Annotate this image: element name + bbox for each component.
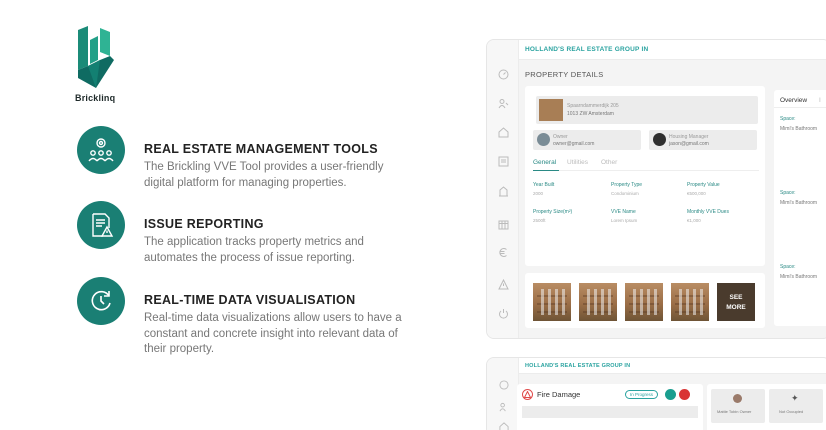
- space-value: Mimi's Bathroom: [780, 200, 818, 206]
- tab-next[interactable]: I: [819, 97, 821, 104]
- org-name: HOLLAND'S REAL ESTATE GROUP IN: [525, 46, 649, 53]
- tab-utilities[interactable]: Utilities: [567, 159, 588, 166]
- property-photo[interactable]: [625, 283, 663, 321]
- brand-name: Bricklinq: [75, 93, 116, 103]
- space-label: Space:: [780, 190, 796, 196]
- active-tab-indicator: [533, 170, 559, 171]
- euro-icon[interactable]: [497, 246, 510, 259]
- address-line1: Spaarndammerdijk 205: [567, 103, 619, 109]
- feature-title: REAL ESTATE MANAGEMENT TOOLS: [144, 142, 378, 156]
- document-icon[interactable]: [497, 155, 510, 168]
- space-value: Mimi's Bathroom: [780, 274, 818, 280]
- field-monthly-dues: Monthly VVE Dues €1,000: [687, 209, 729, 223]
- address-box: Spaarndammerdijk 205 1013 ZW Amsterdam: [536, 96, 758, 124]
- top-bar: HOLLAND'S REAL ESTATE GROUP IN: [519, 358, 826, 374]
- top-bar: HOLLAND'S REAL ESTATE GROUP IN: [519, 40, 826, 60]
- property-photo[interactable]: [533, 283, 571, 321]
- power-icon[interactable]: [497, 307, 510, 320]
- see-more-button[interactable]: SEE MORE: [717, 283, 755, 321]
- owner-card: Mattie Tobin Owner: [711, 389, 765, 423]
- manager-label: Housing Manager: [669, 134, 709, 140]
- users-icon[interactable]: [497, 400, 510, 413]
- status-badge: In Progress: [625, 390, 659, 399]
- overview-panel: Overview I Space: Mimi's Bathroom Space:…: [774, 90, 826, 326]
- users-icon[interactable]: [497, 97, 510, 110]
- field-property-size: Property Size(m²) 2500ft: [533, 209, 573, 223]
- space-label: Space:: [780, 116, 796, 122]
- building-icon[interactable]: [497, 185, 510, 198]
- field-property-type: Property Type Condominium: [611, 182, 643, 196]
- tab-divider: [559, 170, 759, 171]
- team-gear-icon: [77, 126, 125, 174]
- report-warning-icon: [77, 201, 125, 249]
- manager-email: jason@gmail.com: [669, 141, 709, 147]
- property-photo[interactable]: [579, 283, 617, 321]
- dashboard-icon[interactable]: [497, 378, 510, 391]
- sidebar: [487, 358, 519, 430]
- property-details-screen: HOLLAND'S REAL ESTATE GROUP IN PROPERTY …: [486, 39, 826, 339]
- owner-email: owner@gmail.com: [553, 141, 595, 147]
- space-value: Mimi's Bathroom: [780, 126, 818, 132]
- avatar: [733, 394, 742, 403]
- occupancy-card: ✦ Not Occupied: [769, 389, 823, 423]
- issue-card: Fire Damage In Progress: [517, 384, 703, 430]
- avatar: [653, 133, 666, 146]
- feature-description: Real-time data visualizations allow user…: [144, 312, 402, 355]
- property-thumbnail: [539, 99, 563, 121]
- manager-box: Housing Manager jason@gmail.com: [649, 130, 757, 150]
- space-label: Space:: [780, 264, 796, 270]
- photo-gallery: SEE MORE: [525, 273, 765, 328]
- page-title: PROPERTY DETAILS: [525, 70, 604, 79]
- issue-detail-bar: [522, 406, 698, 418]
- edit-icon[interactable]: [665, 389, 676, 400]
- org-name: HOLLAND'S REAL ESTATE GROUP IN: [525, 363, 631, 369]
- field-property-value: Property Value €500,000: [687, 182, 720, 196]
- dashboard-icon[interactable]: [497, 68, 510, 81]
- address-line2: 1013 ZW Amsterdam: [567, 111, 614, 117]
- avatar: [537, 133, 550, 146]
- tab-general[interactable]: General: [533, 159, 556, 166]
- home-icon[interactable]: [497, 126, 510, 139]
- tab-other[interactable]: Other: [601, 159, 617, 166]
- issue-screen: HOLLAND'S REAL ESTATE GROUP IN Fire Dama…: [486, 357, 826, 430]
- property-photo[interactable]: [671, 283, 709, 321]
- issue-title: Fire Damage: [537, 390, 581, 399]
- field-year-built: Year Built 2000: [533, 182, 555, 196]
- owner-box: Owner owner@gmail.com: [533, 130, 641, 150]
- key-icon: ✦: [791, 393, 799, 403]
- calendar-icon[interactable]: [497, 218, 510, 231]
- field-vve-name: VVE Name Lorem Ipsum: [611, 209, 638, 223]
- fire-warning-icon: [522, 389, 533, 400]
- tab-overview[interactable]: Overview: [780, 97, 807, 104]
- owner-label: Owner: [553, 134, 568, 140]
- feature-title: REAL-TIME DATA VISUALISATION: [144, 293, 356, 307]
- feature-description: The application tracks property metrics …: [144, 236, 364, 264]
- brickling-logo: [78, 26, 114, 88]
- feature-description: The Brickling VVE Tool provides a user-f…: [144, 161, 384, 189]
- home-icon[interactable]: [497, 420, 510, 430]
- clock-refresh-icon: [77, 277, 125, 325]
- warning-icon[interactable]: [497, 278, 510, 291]
- feature-title: ISSUE REPORTING: [144, 217, 264, 231]
- delete-icon[interactable]: [679, 389, 690, 400]
- sidebar: [487, 40, 519, 338]
